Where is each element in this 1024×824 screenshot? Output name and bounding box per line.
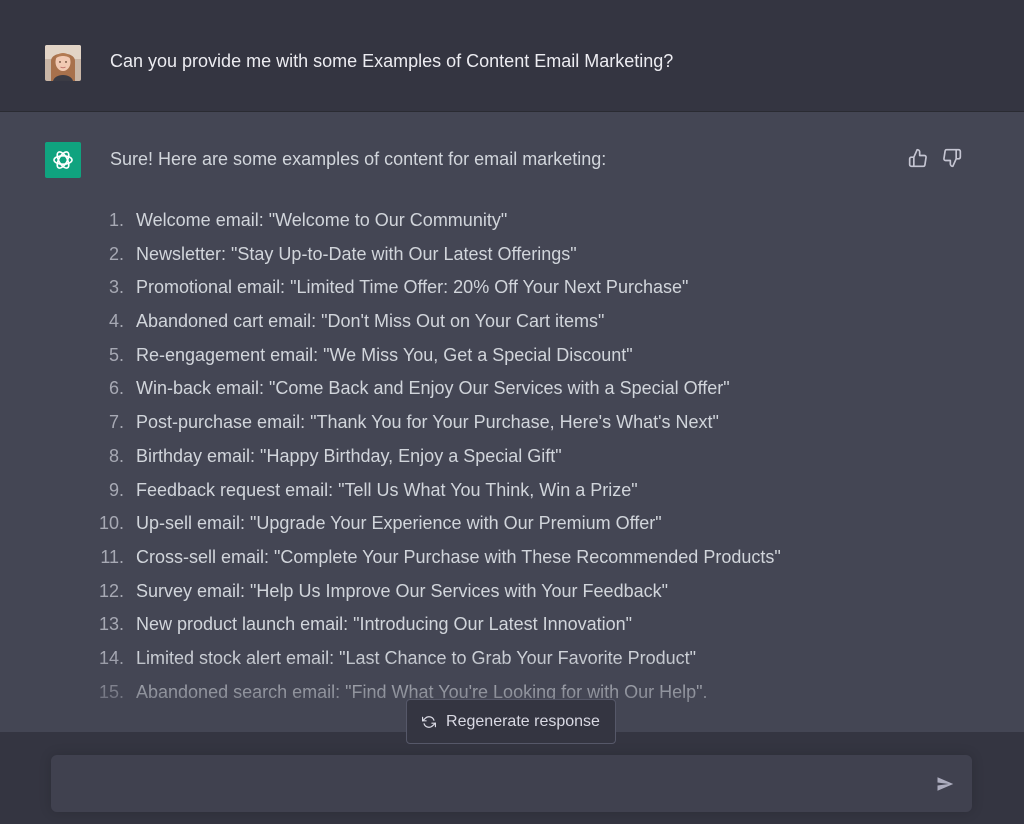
- list-item-text: Post-purchase email: "Thank You for Your…: [136, 412, 719, 433]
- list-item-number: 8.: [108, 445, 124, 466]
- list-item-text: Newsletter: "Stay Up-to-Date with Our La…: [136, 243, 577, 264]
- refresh-icon: [422, 715, 437, 729]
- list-item: 5. Re-engagement email: "We Miss You, Ge…: [0, 339, 1024, 373]
- list-item: 9. Feedback request email: "Tell Us What…: [0, 474, 1024, 508]
- thumbs-down-icon: [943, 148, 962, 168]
- examples-list: 1. Welcome email: "Welcome to Our Commun…: [0, 204, 1024, 709]
- list-item-text: Promotional email: "Limited Time Offer: …: [136, 277, 689, 298]
- chat-page: Can you provide me with some Examples of…: [0, 0, 1024, 824]
- list-item-number: 9.: [108, 479, 124, 500]
- list-item: 3. Promotional email: "Limited Time Offe…: [0, 271, 1024, 305]
- list-item: 13. New product launch email: "Introduci…: [0, 608, 1024, 642]
- user-avatar-photo: [45, 45, 81, 81]
- openai-logo-icon: [53, 151, 73, 169]
- list-item-text: Birthday email: "Happy Birthday, Enjoy a…: [136, 445, 562, 466]
- list-item-number: 1.: [108, 210, 124, 230]
- list-item: 8. Birthday email: "Happy Birthday, Enjo…: [0, 440, 1024, 474]
- list-item-text: Feedback request email: "Tell Us What Yo…: [136, 479, 638, 500]
- list-item: 10. Up-sell email: "Upgrade Your Experie…: [0, 507, 1024, 541]
- list-item-text: Survey email: "Help Us Improve Our Servi…: [136, 580, 668, 601]
- user-avatar: [45, 45, 81, 81]
- list-item-number: 14.: [98, 647, 124, 668]
- list-item-number: 5.: [108, 344, 124, 365]
- list-item-text: Up-sell email: "Upgrade Your Experience …: [136, 513, 662, 534]
- regenerate-response-button[interactable]: Regenerate response: [406, 699, 616, 744]
- list-item: 14. Limited stock alert email: "Last Cha…: [0, 642, 1024, 676]
- list-item-text: Win-back email: "Come Back and Enjoy Our…: [136, 378, 730, 399]
- user-message-text: Can you provide me with some Examples of…: [110, 51, 674, 71]
- list-item-number: 12.: [98, 580, 124, 601]
- list-item: 1. Welcome email: "Welcome to Our Commun…: [0, 204, 1024, 238]
- list-item-text: Welcome email: "Welcome to Our Community…: [136, 210, 508, 230]
- thumbs-down-button[interactable]: [941, 147, 963, 169]
- assistant-intro-text: Sure! Here are some examples of content …: [110, 149, 607, 169]
- thumbs-up-icon: [908, 148, 927, 168]
- list-item-text: New product launch email: "Introducing O…: [136, 614, 633, 635]
- list-item-number: 13.: [98, 614, 124, 635]
- list-item: 11. Cross-sell email: "Complete Your Pur…: [0, 541, 1024, 575]
- list-item-text: Cross-sell email: "Complete Your Purchas…: [136, 546, 781, 567]
- list-item-number: 4.: [108, 311, 124, 332]
- assistant-message-row: Sure! Here are some examples of content …: [0, 112, 1024, 732]
- list-item-text: Re-engagement email: "We Miss You, Get a…: [136, 344, 633, 365]
- list-item: 6. Win-back email: "Come Back and Enjoy …: [0, 372, 1024, 406]
- thumbs-up-button[interactable]: [907, 147, 929, 169]
- list-item: 12. Survey email: "Help Us Improve Our S…: [0, 575, 1024, 609]
- assistant-avatar: [45, 142, 81, 178]
- list-item: 4. Abandoned cart email: "Don't Miss Out…: [0, 305, 1024, 339]
- send-button[interactable]: [934, 773, 956, 795]
- message-input[interactable]: [67, 755, 917, 812]
- list-item-text: Abandoned cart email: "Don't Miss Out on…: [136, 311, 605, 332]
- send-icon: [937, 777, 954, 791]
- regenerate-label: Regenerate response: [446, 712, 600, 730]
- list-item: 7. Post-purchase email: "Thank You for Y…: [0, 406, 1024, 440]
- list-item-number: 6.: [108, 378, 124, 399]
- list-item-number: 7.: [108, 412, 124, 433]
- list-item-text: Limited stock alert email: "Last Chance …: [136, 647, 697, 668]
- user-message-row: Can you provide me with some Examples of…: [0, 16, 1024, 112]
- top-strip: [0, 0, 1024, 16]
- list-item-number: 15.: [98, 681, 124, 702]
- list-item: 2. Newsletter: "Stay Up-to-Date with Our…: [0, 238, 1024, 272]
- list-item-number: 3.: [108, 277, 124, 298]
- message-input-box: [51, 755, 972, 812]
- list-item-number: 10.: [98, 513, 124, 534]
- list-item-number: 2.: [108, 243, 124, 264]
- list-item-number: 11.: [100, 546, 124, 567]
